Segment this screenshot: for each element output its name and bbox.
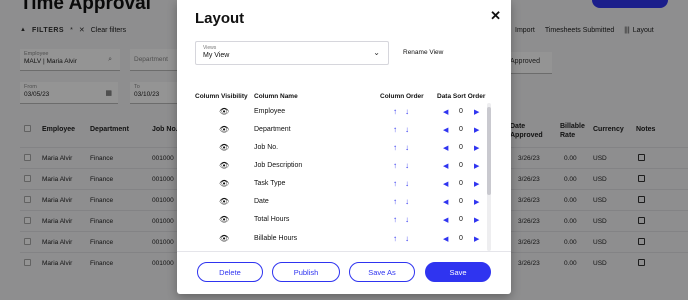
layout-row: 👁 Department ↑ ↓ ◀ 0 ▶ <box>177 122 511 140</box>
save-as-button[interactable]: Save As <box>349 262 415 282</box>
close-icon[interactable]: ✕ <box>490 8 501 24</box>
caret-right-icon[interactable]: ▶ <box>474 162 479 170</box>
column-name-header: Column Name <box>254 93 298 100</box>
sort-order-value: 0 <box>459 198 463 205</box>
arrow-down-icon[interactable]: ↓ <box>405 161 409 170</box>
arrow-down-icon[interactable]: ↓ <box>405 107 409 116</box>
eye-icon[interactable]: 👁 <box>219 215 229 224</box>
caret-right-icon[interactable]: ▶ <box>474 144 479 152</box>
column-order-header: Column Order <box>380 93 424 100</box>
caret-left-icon[interactable]: ◀ <box>443 126 448 134</box>
caret-left-icon[interactable]: ◀ <box>443 235 448 243</box>
rename-view-button[interactable]: Rename View <box>403 49 443 56</box>
column-name: Date <box>254 198 269 205</box>
views-select[interactable]: Views My View ⌄ <box>195 41 389 65</box>
caret-left-icon[interactable]: ◀ <box>443 108 448 116</box>
footer-divider <box>177 251 511 252</box>
caret-right-icon[interactable]: ▶ <box>474 216 479 224</box>
sort-order-value: 0 <box>459 235 463 242</box>
data-sort-order-header: Data Sort Order <box>437 93 486 100</box>
arrow-up-icon[interactable]: ↑ <box>393 197 397 206</box>
sort-order-value: 0 <box>459 216 463 223</box>
layout-row: 👁 Employee ↑ ↓ ◀ 0 ▶ <box>177 104 511 122</box>
save-button[interactable]: Save <box>425 262 491 282</box>
caret-right-icon[interactable]: ▶ <box>474 108 479 116</box>
layout-rows: 👁 Employee ↑ ↓ ◀ 0 ▶ 👁 Department ↑ ↓ ◀ … <box>177 104 511 250</box>
sort-order-value: 0 <box>459 126 463 133</box>
arrow-down-icon[interactable]: ↓ <box>405 234 409 243</box>
layout-modal: Layout ✕ Views My View ⌄ Rename View Col… <box>177 0 511 294</box>
caret-left-icon[interactable]: ◀ <box>443 216 448 224</box>
caret-left-icon[interactable]: ◀ <box>443 162 448 170</box>
scrollbar[interactable] <box>487 103 491 251</box>
layout-row: 👁 Billable Hours ↑ ↓ ◀ 0 ▶ <box>177 231 511 249</box>
eye-icon[interactable]: 👁 <box>219 125 229 134</box>
arrow-up-icon[interactable]: ↑ <box>393 107 397 116</box>
modal-title: Layout <box>195 10 245 27</box>
sort-order-value: 0 <box>459 144 463 151</box>
arrow-up-icon[interactable]: ↑ <box>393 215 397 224</box>
eye-icon[interactable]: 👁 <box>219 234 229 243</box>
views-value: My View <box>203 52 230 59</box>
arrow-up-icon[interactable]: ↑ <box>393 161 397 170</box>
caret-right-icon[interactable]: ▶ <box>474 198 479 206</box>
arrow-down-icon[interactable]: ↓ <box>405 215 409 224</box>
column-name: Total Hours <box>254 216 290 223</box>
caret-right-icon[interactable]: ▶ <box>474 180 479 188</box>
arrow-down-icon[interactable]: ↓ <box>405 125 409 134</box>
caret-right-icon[interactable]: ▶ <box>474 235 479 243</box>
arrow-down-icon[interactable]: ↓ <box>405 179 409 188</box>
arrow-up-icon[interactable]: ↑ <box>393 234 397 243</box>
arrow-up-icon[interactable]: ↑ <box>393 179 397 188</box>
eye-icon[interactable]: 👁 <box>219 107 229 116</box>
column-name: Task Type <box>254 180 286 187</box>
chevron-down-icon: ⌄ <box>373 48 380 57</box>
layout-row: 👁 Date ↑ ↓ ◀ 0 ▶ <box>177 194 511 212</box>
delete-button[interactable]: Delete <box>197 262 263 282</box>
caret-right-icon[interactable]: ▶ <box>474 126 479 134</box>
arrow-up-icon[interactable]: ↑ <box>393 125 397 134</box>
publish-button[interactable]: Publish <box>272 262 340 282</box>
arrow-up-icon[interactable]: ↑ <box>393 143 397 152</box>
sort-order-value: 0 <box>459 108 463 115</box>
column-visibility-header: Column Visibility <box>195 93 248 100</box>
views-label: Views <box>203 45 217 51</box>
eye-icon[interactable]: 👁 <box>219 143 229 152</box>
column-name: Job Description <box>254 162 303 169</box>
column-name: Employee <box>254 108 286 115</box>
caret-left-icon[interactable]: ◀ <box>443 180 448 188</box>
layout-row: 👁 Job No. ↑ ↓ ◀ 0 ▶ <box>177 140 511 158</box>
column-name: Billable Hours <box>254 235 298 242</box>
sort-order-value: 0 <box>459 162 463 169</box>
column-name: Department <box>254 126 291 133</box>
caret-left-icon[interactable]: ◀ <box>443 198 448 206</box>
eye-icon[interactable]: 👁 <box>219 197 229 206</box>
eye-icon[interactable]: 👁 <box>219 179 229 188</box>
eye-icon[interactable]: 👁 <box>219 161 229 170</box>
layout-row: 👁 Task Type ↑ ↓ ◀ 0 ▶ <box>177 176 511 194</box>
column-name: Job No. <box>254 144 279 151</box>
caret-left-icon[interactable]: ◀ <box>443 144 448 152</box>
arrow-down-icon[interactable]: ↓ <box>405 143 409 152</box>
layout-row: 👁 Total Hours ↑ ↓ ◀ 0 ▶ <box>177 212 511 230</box>
arrow-down-icon[interactable]: ↓ <box>405 197 409 206</box>
sort-order-value: 0 <box>459 180 463 187</box>
scroll-thumb[interactable] <box>487 107 491 195</box>
layout-row: 👁 Job Description ↑ ↓ ◀ 0 ▶ <box>177 158 511 176</box>
